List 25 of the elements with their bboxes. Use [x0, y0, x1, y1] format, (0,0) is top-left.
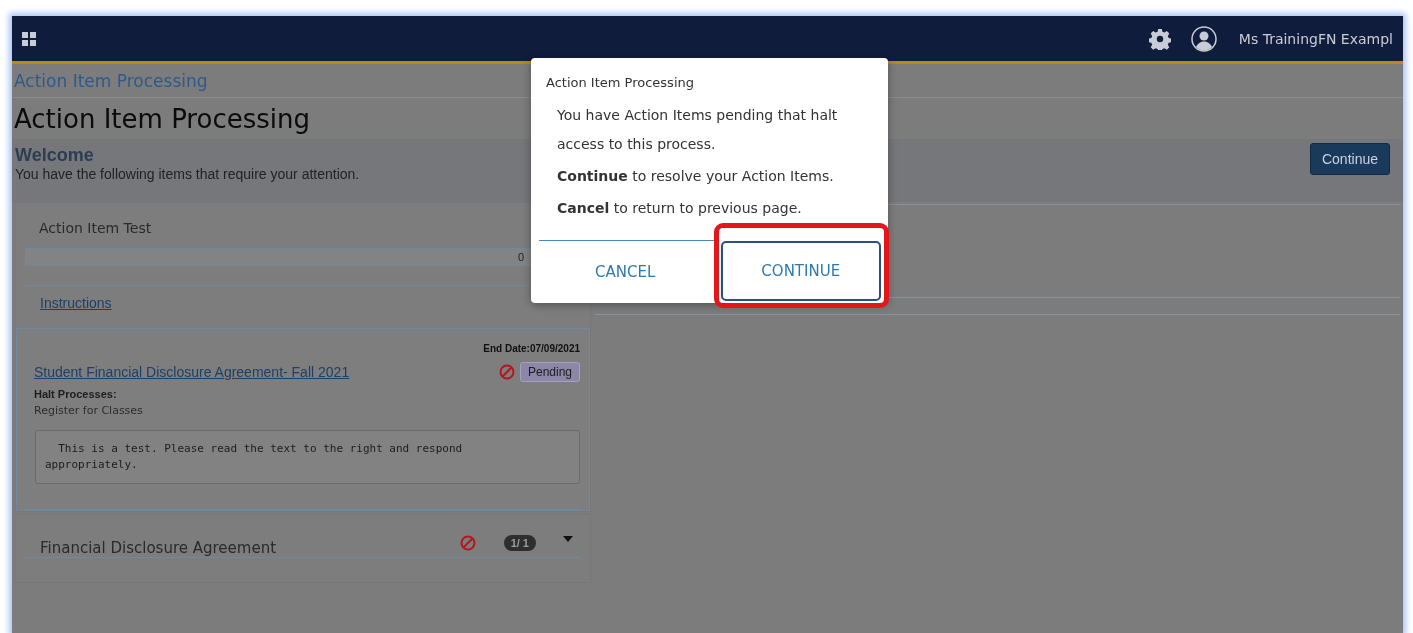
progress-reading: 0 — [517, 251, 525, 263]
dialog-button[interactable]: CONTINUE — [720, 241, 881, 301]
welcome-message: You have the following items that require your attention. — [15, 166, 360, 182]
dialog-text: Cancel to return to previous page. — [556, 199, 803, 218]
dialog-text: Continue to resolve your Action Items. — [556, 167, 835, 186]
dialog-message: You have Action Items pending that halt access to this process. — [556, 106, 839, 154]
user-avatar-icon[interactable] — [1190, 25, 1217, 52]
halt-process: Register for Classes — [34, 404, 144, 417]
caret-icon[interactable] — [563, 536, 573, 542]
user-name[interactable]: Ms TrainingFN Exampl — [1238, 30, 1393, 47]
app-grid-icon[interactable] — [22, 31, 36, 46]
count-badge: 1/ 1 — [503, 535, 536, 551]
group-title[interactable]: Financial Disclosure Agreement — [40, 539, 460, 557]
page-title: Action Item Processing — [14, 103, 310, 134]
status-badge: Pending — [519, 362, 580, 382]
action-item-link[interactable]: Student Financial Disclosure Agreement- Fall 2021 — [34, 364, 499, 380]
note-text: This is a test. Please read the text to the right and respond appropriately. — [35, 430, 580, 484]
dialog-title: Action Item Processing — [545, 74, 695, 90]
continue-button[interactable]: Continue — [1309, 143, 1390, 175]
instructions-link[interactable]: Instructions — [40, 295, 112, 311]
halt-label: Halt Processes: — [34, 388, 118, 400]
end-date: End Date:07/09/2021 — [483, 343, 580, 354]
settings-icon[interactable] — [1148, 27, 1171, 50]
welcome-heading: Welcome — [15, 145, 94, 166]
dialog-button[interactable]: CANCEL — [539, 241, 712, 303]
